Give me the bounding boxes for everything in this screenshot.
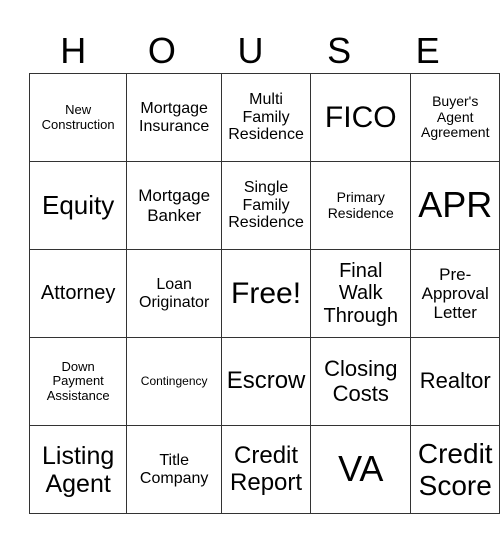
bingo-cell[interactable]: Contingency	[126, 337, 223, 426]
bingo-cell[interactable]: Realtor	[410, 337, 500, 426]
bingo-cell[interactable]: Attorney	[28, 249, 128, 338]
bingo-row: Down Payment Assistance Contingency Escr…	[28, 337, 500, 426]
bingo-cell[interactable]: Title Company	[126, 425, 223, 514]
bingo-cell[interactable]: Final Walk Through	[310, 249, 412, 338]
bingo-cell[interactable]: Mortgage Insurance	[126, 73, 223, 162]
bingo-cell[interactable]: Primary Residence	[310, 161, 412, 250]
bingo-cell[interactable]: New Construction	[28, 73, 128, 162]
bingo-cell[interactable]: Closing Costs	[310, 337, 412, 426]
bingo-cell[interactable]: Free!	[221, 249, 312, 338]
bingo-cell[interactable]: Down Payment Assistance	[28, 337, 128, 426]
bingo-row: Attorney Loan Originator Free! Final Wal…	[28, 249, 500, 338]
bingo-cell[interactable]: FICO	[310, 73, 412, 162]
bingo-cell[interactable]: Mortgage Banker	[126, 161, 223, 250]
bingo-cell[interactable]: APR	[410, 161, 500, 250]
bingo-cell[interactable]: Buyer's Agent Agreement	[410, 73, 500, 162]
header-letter-o: O	[147, 30, 176, 71]
bingo-cell[interactable]: Pre-Approval Letter	[410, 249, 500, 338]
bingo-cell[interactable]: Credit Report	[221, 425, 312, 514]
bingo-cell[interactable]: Credit Score	[410, 425, 500, 514]
header-letter-e: E	[415, 30, 440, 71]
bingo-cell[interactable]: Multi Family Residence	[221, 73, 312, 162]
bingo-cell[interactable]: Escrow	[221, 337, 312, 426]
bingo-cell[interactable]: Loan Originator	[126, 249, 223, 338]
bingo-cell[interactable]: Listing Agent	[28, 425, 128, 514]
bingo-cell[interactable]: VA	[310, 425, 412, 514]
bingo-row: New Construction Mortgage Insurance Mult…	[28, 73, 500, 162]
header-letter-s: S	[327, 30, 352, 71]
header-letter-h: H	[60, 30, 87, 71]
bingo-cell[interactable]: Equity	[28, 161, 128, 250]
bingo-header: H O U S E	[29, 30, 472, 72]
bingo-cell[interactable]: Single Family Residence	[221, 161, 312, 250]
bingo-card: New Construction Mortgage Insurance Mult…	[28, 73, 500, 514]
bingo-row: Listing Agent Title Company Credit Repor…	[28, 425, 500, 514]
bingo-row: Equity Mortgage Banker Single Family Res…	[28, 161, 500, 250]
header-letter-u: U	[237, 30, 264, 71]
